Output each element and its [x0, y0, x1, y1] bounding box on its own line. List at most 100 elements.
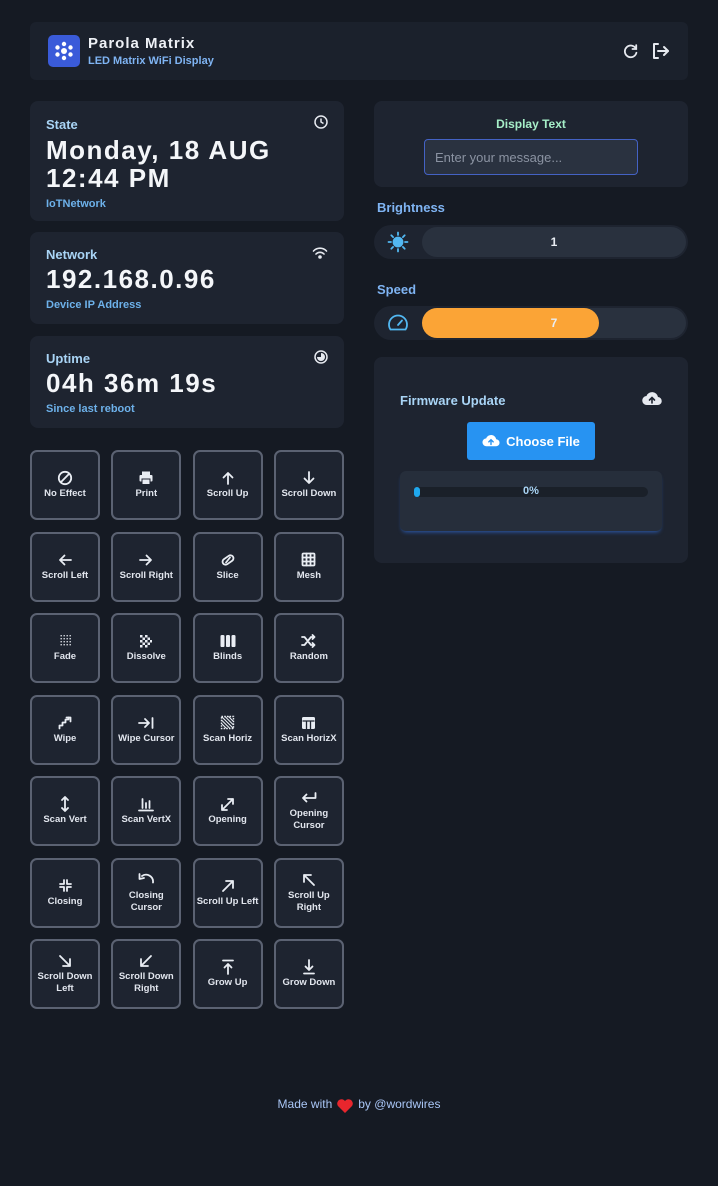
effect-button-no-effect[interactable]: No Effect [30, 450, 100, 520]
brightness-label: Brightness [377, 200, 445, 215]
state-network-name: IoTNetwork [46, 198, 106, 210]
effect-label: Scan VertX [121, 814, 172, 825]
effect-label: Scroll Down Left [37, 971, 93, 994]
effect-button-scan-vert[interactable]: Scan Vert [30, 776, 100, 846]
arrow-up-to-line-icon [221, 959, 235, 975]
effect-label: Print [135, 488, 158, 499]
brightness-track[interactable]: 1 [422, 227, 686, 257]
effect-button-scroll-right[interactable]: Scroll Right [111, 531, 182, 602]
effect-button-print[interactable]: Print [111, 450, 182, 520]
effect-label: Scroll Left [41, 569, 89, 581]
undo-icon [138, 872, 155, 888]
ip-caption: Device IP Address [46, 299, 142, 311]
effect-button-opening-cursor[interactable]: Opening Cursor [273, 776, 344, 846]
dissolve-icon [139, 633, 153, 649]
clock-icon [314, 115, 328, 129]
effect-button-opening[interactable]: Opening [192, 776, 263, 846]
footer-prefix: Made with [277, 1097, 333, 1111]
effect-button-wipe[interactable]: Wipe [30, 694, 100, 765]
effect-label: Scroll Up Left [196, 895, 259, 907]
effect-label: Scan Vert [43, 814, 87, 825]
app-header: Parola Matrix LED Matrix WiFi Display [30, 22, 688, 80]
effect-label: Opening [208, 814, 247, 825]
arrow-to-line-icon [138, 715, 154, 731]
effect-button-mesh[interactable]: Mesh [273, 531, 344, 602]
effect-label: Grow Down [282, 977, 336, 988]
ip-address: 192.168.0.96 [46, 264, 216, 294]
effect-label: Blinds [213, 651, 243, 662]
grid-icon [301, 552, 316, 568]
effect-button-fade[interactable]: Fade [30, 613, 100, 683]
speed-slider[interactable]: 7 [374, 306, 688, 340]
progress-percent: 0% [523, 485, 539, 497]
effect-button-scroll-up-right[interactable]: Scroll Up Right [273, 857, 344, 928]
effect-button-scroll-up[interactable]: Scroll Up [192, 450, 263, 520]
arrow-up-left-icon [302, 872, 316, 888]
uptime-card: Uptime 04h 36m 19s Since last reboot [30, 336, 344, 428]
effect-label: Wipe Cursor [118, 732, 175, 744]
state-card: State Monday, 18 AUG 12:44 PM IoTNetwork [30, 101, 344, 221]
brightness-slider[interactable]: 1 [374, 225, 688, 259]
effect-button-dissolve[interactable]: Dissolve [111, 613, 182, 683]
effect-label: Scroll Up [206, 488, 249, 499]
speed-label: Speed [377, 282, 417, 297]
effect-label: Scroll Down Right [118, 971, 174, 994]
state-time: 12:44 PM [46, 163, 171, 193]
effect-label: Fade [53, 651, 77, 662]
app-subtitle: LED Matrix WiFi Display [88, 55, 214, 67]
effect-button-scroll-up-left[interactable]: Scroll Up Left [192, 857, 263, 928]
speed-track[interactable]: 7 [422, 308, 686, 338]
ban-icon [57, 470, 73, 486]
effect-label: Random [289, 651, 328, 662]
effect-label: Closing [47, 895, 83, 907]
bar-chart-icon [138, 796, 155, 812]
effect-button-scan-horizx[interactable]: Scan HorizX [273, 694, 344, 765]
effect-label: Scroll Right [119, 569, 173, 581]
effect-button-scroll-left[interactable]: Scroll Left [30, 531, 100, 602]
choose-file-button[interactable]: Choose File [467, 422, 595, 460]
refresh-icon[interactable] [622, 42, 640, 60]
logout-icon[interactable] [650, 41, 670, 61]
effect-button-scan-horiz[interactable]: Scan Horiz [192, 694, 263, 765]
uptime-caption: Since last reboot [46, 403, 135, 415]
brightness-value: 1 [550, 235, 558, 249]
effect-button-closing[interactable]: Closing [30, 857, 100, 928]
network-label: Network [46, 247, 98, 262]
footer: Made with by @wordwires [0, 1094, 718, 1114]
effect-label: Opening Cursor [289, 808, 329, 831]
table-icon [301, 715, 316, 731]
arrow-down-right-icon [58, 953, 72, 969]
printer-icon [138, 470, 154, 486]
effect-button-blinds[interactable]: Blinds [192, 613, 263, 683]
effect-button-wipe-cursor[interactable]: Wipe Cursor [111, 694, 182, 765]
fade-icon [58, 633, 72, 649]
effect-button-grow-up[interactable]: Grow Up [192, 939, 263, 1009]
footer-suffix: by @wordwires [358, 1097, 441, 1111]
choose-file-label: Choose File [506, 433, 580, 449]
effect-button-grow-down[interactable]: Grow Down [273, 939, 344, 1009]
effect-label: Slice [216, 569, 239, 581]
arrow-down-icon [302, 470, 316, 486]
effect-button-scan-vertx[interactable]: Scan VertX [111, 776, 182, 846]
effect-button-random[interactable]: Random [273, 613, 344, 683]
effect-button-scroll-down-right[interactable]: Scroll Down Right [111, 939, 182, 1009]
effect-button-closing-cursor[interactable]: Closing Cursor [111, 857, 182, 928]
effect-label: No Effect [44, 488, 86, 499]
network-card: Network 192.168.0.96 Device IP Address [30, 232, 344, 324]
effect-label: Mesh [296, 569, 322, 581]
effect-button-slice[interactable]: Slice [192, 531, 263, 602]
arrow-up-icon [221, 470, 235, 486]
effect-label: Scan HorizX [281, 732, 337, 744]
effect-button-scroll-down-left[interactable]: Scroll Down Left [30, 939, 100, 1009]
app-logo-icon [48, 35, 80, 67]
firmware-title: Firmware Update [400, 393, 506, 408]
effect-button-scroll-down[interactable]: Scroll Down [273, 450, 344, 520]
wifi-icon [312, 246, 328, 260]
arrow-down-left-icon [139, 953, 153, 969]
wipe-icon [58, 715, 72, 731]
shuffle-icon [301, 633, 316, 649]
arrows-vertical-icon [59, 796, 71, 812]
effects-grid: No Effect Print Scroll Up Scroll Down Scroll… [30, 450, 344, 1009]
effect-label: Scan Horiz [203, 732, 253, 744]
message-input[interactable] [424, 139, 638, 175]
